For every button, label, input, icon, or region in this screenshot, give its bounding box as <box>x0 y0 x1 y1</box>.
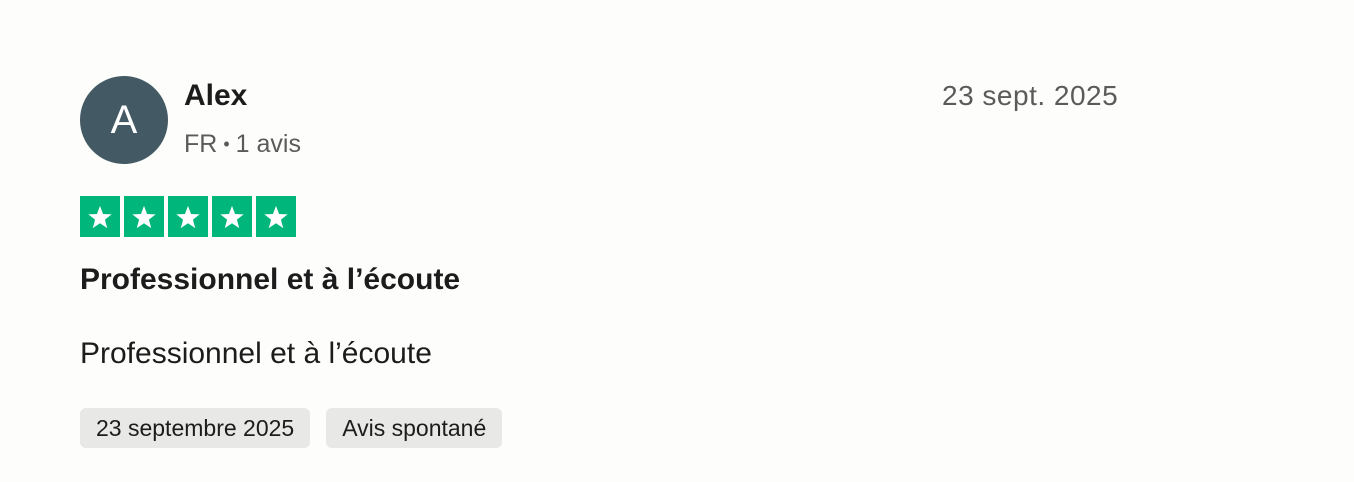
review-tags: 23 septembre 2025 Avis spontané <box>80 408 503 448</box>
tag-review-type[interactable]: Avis spontané <box>326 408 503 448</box>
star-icon <box>80 196 120 237</box>
reviewer-name[interactable]: Alex <box>184 78 247 114</box>
star-icon <box>256 196 296 237</box>
review-body: Professionnel et à l’écoute <box>80 337 432 370</box>
star-icon <box>212 196 252 237</box>
tag-experience-date: 23 septembre 2025 <box>80 408 311 448</box>
star-icon <box>168 196 208 237</box>
reviewer-review-count: 1 avis <box>235 130 301 158</box>
avatar-initial: A <box>110 97 138 142</box>
review-date: 23 sept. 2025 <box>942 80 1119 111</box>
reviewer-country: FR <box>184 130 218 158</box>
meta-separator: • <box>223 134 230 154</box>
star-rating <box>80 196 296 237</box>
avatar[interactable]: A <box>80 76 168 164</box>
review-title[interactable]: Professionnel et à l’écoute <box>80 262 460 298</box>
star-icon <box>124 196 164 237</box>
reviewer-meta: FR • 1 avis <box>184 128 301 160</box>
review-card: A Alex FR • 1 avis 23 sept. 2025 Profess… <box>0 0 1354 482</box>
